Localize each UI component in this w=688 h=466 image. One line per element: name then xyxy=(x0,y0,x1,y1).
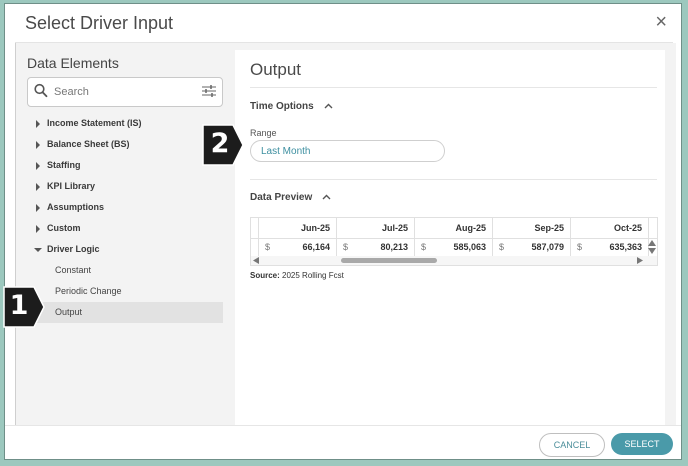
caret-right-icon xyxy=(36,183,40,191)
tree-item-label: Income Statement (IS) xyxy=(47,118,142,128)
vertical-scrollbar[interactable] xyxy=(647,238,657,256)
data-preview-label: Data Preview xyxy=(250,192,313,203)
select-button[interactable]: SELECT xyxy=(611,433,673,455)
tree-item-label: Assumptions xyxy=(47,202,105,212)
time-options-header[interactable]: Time Options xyxy=(250,101,333,112)
table-cell: $635,363 xyxy=(571,239,649,256)
caret-right-icon xyxy=(36,120,40,128)
horizontal-scrollbar[interactable] xyxy=(251,256,657,265)
callout-badge-1: 1 xyxy=(3,286,45,328)
tree-item-kpi-library[interactable]: KPI Library xyxy=(27,176,223,197)
table-cell-partial xyxy=(251,239,259,256)
data-elements-title: Data Elements xyxy=(27,55,119,71)
caret-right-icon xyxy=(36,141,40,149)
output-panel: Output Time Options Range Last Month Dat… xyxy=(235,50,665,428)
tree-item-label: Driver Logic xyxy=(47,244,100,254)
chevron-up-icon xyxy=(324,103,332,109)
tree-item-label: KPI Library xyxy=(47,181,96,191)
caret-right-icon xyxy=(36,162,40,170)
column-header: Jun-25 xyxy=(259,218,337,238)
filter-sliders-icon[interactable] xyxy=(202,85,216,97)
dialog-body: Data Elements Income Statement (IS) Bala… xyxy=(15,43,676,428)
panel-title: Output xyxy=(250,60,302,79)
search-input[interactable] xyxy=(54,83,194,101)
tree-item-custom[interactable]: Custom xyxy=(27,218,223,239)
cell-value: 585,063 xyxy=(453,242,486,252)
tree-item-driver-logic[interactable]: Driver Logic xyxy=(27,239,223,260)
tree-item-staffing[interactable]: Staffing xyxy=(27,155,223,176)
table-cell: $585,063 xyxy=(415,239,493,256)
callout-number: 2 xyxy=(210,128,230,159)
search-icon xyxy=(34,83,48,98)
source-label: Source: xyxy=(250,271,280,280)
tree-item-label: Staffing xyxy=(47,160,81,170)
tree-item-income-statement[interactable]: Income Statement (IS) xyxy=(27,113,223,134)
tree-item-output[interactable]: Output xyxy=(27,302,223,323)
column-header-partial xyxy=(251,218,259,238)
cell-value: 635,363 xyxy=(609,242,642,252)
callout-badge-2: 2 xyxy=(202,124,244,166)
source-note: Source: 2025 Rolling Fcst xyxy=(250,271,344,280)
currency-symbol: $ xyxy=(577,242,583,252)
dialog-title: Select Driver Input xyxy=(25,13,174,33)
cell-value: 66,164 xyxy=(302,242,330,252)
caret-down-icon xyxy=(34,248,42,252)
table-cell: $587,079 xyxy=(493,239,571,256)
data-preview-header[interactable]: Data Preview xyxy=(250,192,331,203)
scroll-left-icon[interactable] xyxy=(253,257,259,264)
source-value: 2025 Rolling Fcst xyxy=(282,271,344,280)
tree-item-constant[interactable]: Constant xyxy=(27,260,223,281)
data-preview-grid[interactable]: Jun-25 Jul-25 Aug-25 Sep-25 Oct-25 $66,1… xyxy=(250,217,658,266)
tree-item-balance-sheet[interactable]: Balance Sheet (BS) xyxy=(27,134,223,155)
table-cell: $80,213 xyxy=(337,239,415,256)
column-header: Aug-25 xyxy=(415,218,493,238)
chevron-up-icon xyxy=(322,194,331,200)
currency-symbol: $ xyxy=(421,242,427,252)
range-label: Range xyxy=(250,128,277,138)
divider xyxy=(5,425,681,426)
table-cell: $66,164 xyxy=(259,239,337,256)
cell-value: 80,213 xyxy=(380,242,408,252)
currency-symbol: $ xyxy=(499,242,505,252)
currency-symbol: $ xyxy=(265,242,271,252)
search-box xyxy=(27,77,223,107)
currency-symbol: $ xyxy=(343,242,349,252)
close-icon[interactable]: × xyxy=(655,12,667,32)
caret-right-icon xyxy=(36,204,40,212)
tree-item-assumptions[interactable]: Assumptions xyxy=(27,197,223,218)
column-header: Oct-25 xyxy=(571,218,649,238)
time-options-label: Time Options xyxy=(250,101,314,112)
column-header: Sep-25 xyxy=(493,218,571,238)
divider xyxy=(250,87,657,88)
range-select[interactable]: Last Month xyxy=(250,140,445,162)
caret-right-icon xyxy=(36,225,40,233)
callout-number: 1 xyxy=(9,290,29,321)
cell-value: 587,079 xyxy=(531,242,564,252)
scroll-right-icon[interactable] xyxy=(637,257,643,264)
select-driver-input-dialog: Select Driver Input × Data Elements Inco… xyxy=(4,3,682,460)
scrollbar-thumb[interactable] xyxy=(341,258,437,263)
data-elements-tree: Income Statement (IS) Balance Sheet (BS)… xyxy=(27,113,223,323)
cancel-button[interactable]: CANCEL xyxy=(539,433,605,457)
column-header: Jul-25 xyxy=(337,218,415,238)
tree-item-label: Custom xyxy=(47,223,81,233)
divider xyxy=(250,179,657,180)
scroll-updown-icon xyxy=(648,240,656,254)
tree-item-periodic-change[interactable]: Periodic Change xyxy=(27,281,223,302)
tree-item-label: Balance Sheet (BS) xyxy=(47,139,130,149)
